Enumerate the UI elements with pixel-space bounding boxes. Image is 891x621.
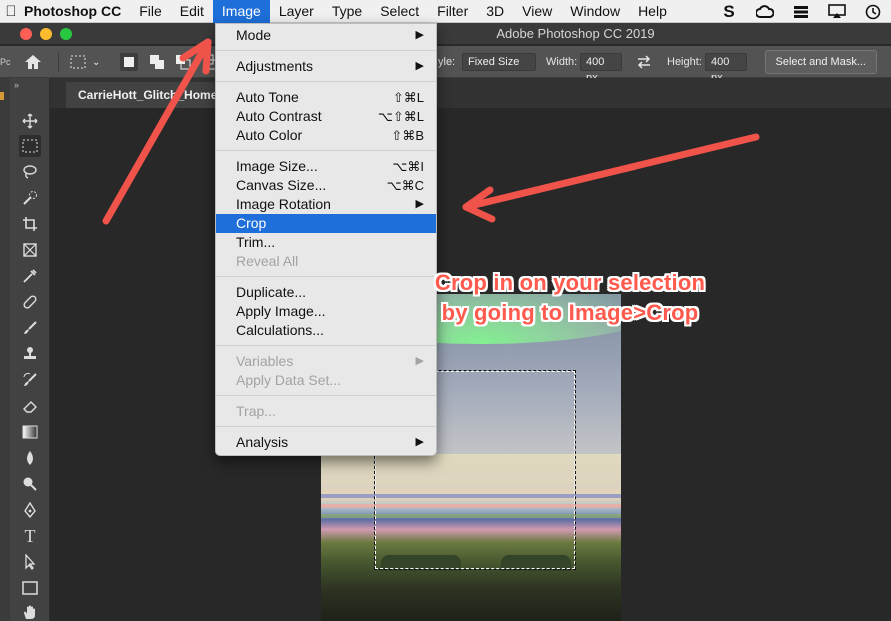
new-selection-icon[interactable]	[120, 46, 138, 78]
panel-marker	[0, 92, 4, 100]
tools-panel: » T	[10, 78, 50, 621]
menu-view[interactable]: View	[513, 0, 561, 23]
options-bar-fragment: Pc	[0, 57, 11, 67]
eyedropper-tool-icon[interactable]	[19, 265, 41, 287]
menu-3d[interactable]: 3D	[477, 0, 513, 23]
menu-item-analysis[interactable]: Analysis ▶	[216, 433, 436, 452]
menu-item-apply-data-set: Apply Data Set...	[236, 372, 342, 388]
eraser-tool-icon[interactable]	[19, 395, 41, 417]
width-label: Width:	[546, 56, 578, 68]
menu-item-adjustments[interactable]: Adjustments ▶	[216, 57, 436, 76]
menu-help[interactable]: Help	[629, 0, 676, 23]
menu-separator	[216, 81, 436, 82]
history-brush-tool-icon[interactable]	[19, 369, 41, 391]
menu-separator	[216, 426, 436, 427]
menu-item-crop[interactable]: Crop	[216, 214, 436, 233]
height-label: Height:	[667, 56, 702, 68]
menu-image[interactable]: Image	[212, 0, 270, 23]
submenu-arrow-icon: ▶	[415, 436, 424, 448]
blur-tool-icon[interactable]	[19, 447, 41, 469]
submenu-arrow-icon: ▶	[415, 60, 424, 72]
subtract-from-selection-icon[interactable]	[174, 46, 192, 78]
shortcut: ⌥⇧⌘L	[377, 109, 424, 124]
crop-tool-icon[interactable]	[19, 213, 41, 235]
home-icon[interactable]	[24, 46, 42, 78]
menu-item-trim[interactable]: Trim...	[216, 233, 436, 252]
menu-layer[interactable]: Layer	[270, 0, 323, 23]
menu-file[interactable]: File	[130, 0, 171, 23]
quick-selection-tool-icon[interactable]	[19, 187, 41, 209]
time-machine-icon[interactable]	[863, 4, 883, 20]
healing-brush-tool-icon[interactable]	[19, 291, 41, 313]
shortcut: ⌥⌘C	[386, 178, 424, 193]
menu-item-image-rotation[interactable]: Image Rotation ▶	[216, 195, 436, 214]
type-tool-icon[interactable]: T	[19, 525, 41, 547]
annotation-line-2: by going to Image>Crop	[441, 300, 699, 325]
annotation-line-1: Crop in on your selection	[434, 270, 706, 295]
menu-item-auto-contrast[interactable]: Auto Contrast ⌥⇧⌘L	[216, 107, 436, 126]
pen-tool-icon[interactable]	[19, 499, 41, 521]
menu-type[interactable]: Type	[323, 0, 371, 23]
shortcut: ⇧⌘B	[391, 128, 424, 143]
move-tool-icon[interactable]	[19, 110, 41, 132]
dodge-tool-icon[interactable]	[19, 473, 41, 495]
style-label: yle:	[438, 56, 456, 68]
menu-filter[interactable]: Filter	[428, 0, 477, 23]
menu-item-mode[interactable]: Mode ▶	[216, 26, 436, 45]
menu-app-photoshop[interactable]: Photoshop CC	[22, 0, 130, 23]
status-icons: S	[719, 0, 883, 23]
menu-item-trap: Trap...	[236, 403, 276, 419]
swap-dimensions-icon[interactable]	[636, 46, 652, 78]
menu-window[interactable]: Window	[561, 0, 629, 23]
menu-edit[interactable]: Edit	[171, 0, 213, 23]
tutorial-annotation: Crop in on your selection by going to Im…	[400, 268, 740, 328]
clone-stamp-tool-icon[interactable]	[19, 343, 41, 365]
shortcut: ⇧⌘L	[392, 90, 424, 105]
menu-select[interactable]: Select	[371, 0, 428, 23]
menu-item-canvas-size[interactable]: Canvas Size... ⌥⌘C	[216, 176, 436, 195]
menu-item-auto-color[interactable]: Auto Color ⇧⌘B	[216, 126, 436, 145]
menu-item-variables: Variables ▶	[236, 353, 424, 369]
brush-tool-icon[interactable]	[19, 317, 41, 339]
rectangular-marquee-tool-icon[interactable]	[19, 135, 41, 157]
menu-item-auto-tone[interactable]: Auto Tone ⇧⌘L	[216, 88, 436, 107]
stack-icon[interactable]	[791, 4, 811, 20]
document-tab[interactable]: CarrieHott_Glitch_Home.j	[66, 82, 237, 108]
options-divider	[58, 52, 59, 72]
menu-separator	[216, 50, 436, 51]
submenu-arrow-icon: ▶	[415, 29, 424, 41]
gradient-tool-icon[interactable]	[19, 421, 41, 443]
rectangle-tool-icon[interactable]	[19, 577, 41, 599]
airplay-icon[interactable]	[827, 4, 847, 20]
mac-menu-bar:  Photoshop CC File Edit Image Layer Typ…	[0, 0, 891, 23]
lasso-tool-icon[interactable]	[19, 161, 41, 183]
submenu-arrow-icon: ▶	[415, 355, 424, 367]
style-select[interactable]: Fixed Size	[462, 53, 536, 71]
marquee-tool-preset-icon[interactable]: ⌄	[70, 46, 100, 78]
document-tab-strip: CarrieHott_Glitch_Home.j	[50, 78, 891, 108]
creative-cloud-icon[interactable]	[755, 4, 775, 20]
image-menu: Mode ▶ Adjustments ▶ Auto Tone ⇧⌘L Auto Con…	[215, 23, 437, 456]
submenu-arrow-icon: ▶	[415, 198, 424, 210]
menu-separator	[216, 150, 436, 151]
path-selection-tool-icon[interactable]	[19, 551, 41, 573]
left-panel-strip	[0, 78, 10, 621]
height-field[interactable]: 400 px	[705, 53, 747, 84]
chevron-down-icon: ⌄	[92, 56, 101, 68]
menu-item-image-size[interactable]: Image Size... ⌥⌘I	[216, 157, 436, 176]
apple-icon[interactable]: 	[0, 0, 22, 23]
menu-separator	[216, 345, 436, 346]
width-field[interactable]: 400 px	[580, 53, 622, 84]
add-to-selection-icon[interactable]	[148, 46, 166, 78]
window-title: Adobe Photoshop CC 2019	[496, 26, 655, 41]
window-titlebar: Adobe Photoshop CC 2019	[0, 23, 891, 45]
hand-tool-icon[interactable]	[19, 601, 41, 621]
shortcut: ⌥⌘I	[392, 159, 424, 174]
select-and-mask-button[interactable]: Select and Mask...	[764, 50, 877, 74]
toolbar-collapse-icon[interactable]: »	[14, 80, 19, 90]
frame-tool-icon[interactable]	[19, 239, 41, 261]
menu-separator	[216, 395, 436, 396]
scribd-icon[interactable]: S	[719, 2, 739, 21]
options-bar: Pc ⌄ yle: Fixed Size Width: 400 px Heigh…	[0, 46, 891, 84]
